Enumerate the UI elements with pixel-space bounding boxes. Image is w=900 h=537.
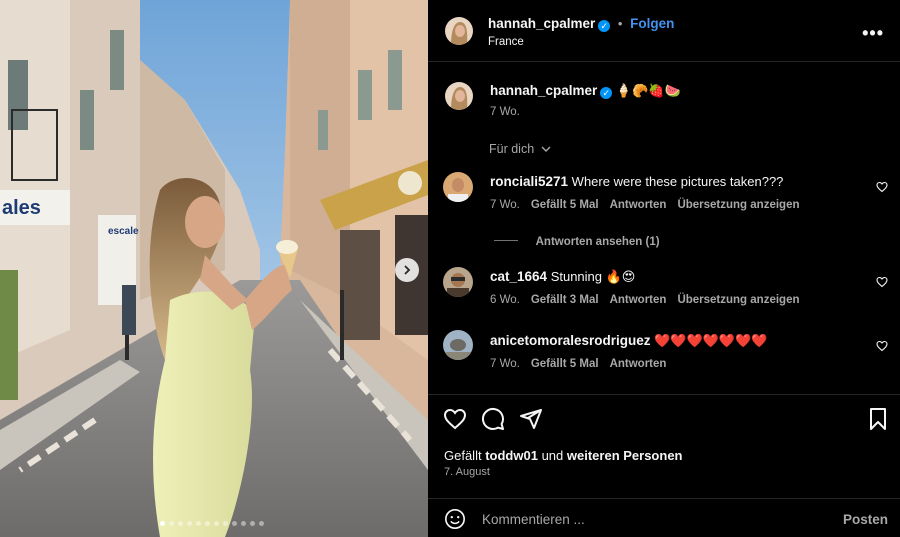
street-photo: ales escale [0, 0, 428, 537]
caption-emojis: 🍦🥐🍓🍉 [615, 83, 681, 98]
post-detail-panel: hannah_cpalmer ✓ • Folgen France ••• han… [428, 0, 900, 537]
comment-text: ronciali5271 Where were these pictures t… [490, 174, 783, 190]
carousel-dot [241, 521, 246, 526]
like-comment-heart-icon[interactable] [876, 181, 888, 193]
comment-avatar[interactable] [443, 330, 473, 360]
profile-photo [443, 267, 473, 297]
carousel-dot [178, 521, 183, 526]
comment-time: 7 Wo. [490, 199, 520, 211]
carousel-dot [214, 521, 219, 526]
like-heart-icon[interactable] [443, 407, 467, 431]
carousel-indicator [160, 521, 264, 526]
share-icon[interactable] [519, 407, 543, 431]
view-replies-button[interactable]: Antworten ansehen (1) [494, 233, 660, 248]
location-label[interactable]: France [488, 36, 524, 48]
avatar[interactable] [445, 17, 473, 45]
comment-input[interactable]: Kommentieren ... [482, 512, 585, 527]
chevron-right-icon [404, 265, 411, 275]
reply-button[interactable]: Antworten [610, 358, 667, 370]
carousel-dot [196, 521, 201, 526]
post-date[interactable]: 7. August [444, 466, 490, 478]
carousel-dot [223, 521, 228, 526]
comment-avatar[interactable] [443, 172, 473, 202]
profile-photo [445, 82, 473, 110]
caption-time: 7 Wo. [490, 106, 520, 118]
post-comment-button[interactable]: Posten [843, 512, 888, 527]
likes-middle: und [541, 448, 564, 463]
next-image-button[interactable] [395, 258, 419, 282]
comment-username[interactable]: ronciali5271 [490, 174, 568, 189]
sort-label: Für dich [489, 142, 535, 156]
comment-meta: 7 Wo. Gefällt 5 Mal Antworten [490, 358, 677, 370]
carousel-dot [187, 521, 192, 526]
carousel-dot [259, 521, 264, 526]
header-separator: • [617, 16, 623, 31]
carousel-dot [169, 521, 174, 526]
comment-avatar[interactable] [443, 267, 473, 297]
header-title: hannah_cpalmer ✓ • Folgen [488, 16, 674, 32]
likes-user[interactable]: toddw01 [485, 448, 538, 463]
reply-button[interactable]: Antworten [610, 199, 667, 211]
comment-meta: 7 Wo. Gefällt 5 Mal Antworten Übersetzung a… [490, 199, 811, 211]
comment-meta: 6 Wo. Gefällt 3 Mal Antworten Übersetzung a… [490, 294, 811, 306]
comment-likes[interactable]: Gefällt 3 Mal [531, 294, 599, 306]
instagram-post: ales escale hannah_cpalmer ✓ • Folgen Fr… [0, 0, 900, 537]
svg-text:ales: ales [2, 197, 41, 219]
bookmark-icon[interactable] [866, 407, 890, 431]
comment-body: Stunning 🔥😍 [550, 269, 636, 284]
follow-button[interactable]: Folgen [630, 16, 674, 31]
caption-username[interactable]: hannah_cpalmer [490, 83, 597, 98]
likes-summary[interactable]: Gefällt toddw01 und weiteren Personen [444, 448, 683, 463]
comments-section: hannah_cpalmer ✓ 🍦🥐🍓🍉 7 Wo. Für dich ron… [428, 63, 900, 393]
comment-time: 7 Wo. [490, 358, 520, 370]
comment-icon[interactable] [481, 407, 505, 431]
chevron-down-icon [541, 146, 551, 152]
comment-username[interactable]: anicetomoralesrodriguez [490, 333, 651, 348]
reply-line [494, 240, 518, 241]
emoji-icon[interactable] [444, 508, 466, 530]
like-comment-heart-icon[interactable] [876, 340, 888, 352]
comment-text: cat_1664 Stunning 🔥😍 [490, 269, 635, 285]
sort-dropdown[interactable]: Für dich [489, 142, 551, 156]
post-header: hannah_cpalmer ✓ • Folgen France ••• [428, 0, 900, 62]
comment-likes[interactable]: Gefällt 5 Mal [531, 358, 599, 370]
more-options-icon[interactable]: ••• [862, 23, 884, 44]
comment-body: ❤️❤️❤️❤️❤️❤️❤️ [654, 333, 768, 348]
carousel-dot [205, 521, 210, 526]
verified-icon: ✓ [600, 87, 613, 99]
post-image[interactable]: ales escale [0, 0, 428, 537]
comment-text: anicetomoralesrodriguez ❤️❤️❤️❤️❤️❤️❤️ [490, 333, 767, 349]
action-bar [428, 395, 900, 445]
likes-suffix[interactable]: weiteren Personen [567, 448, 683, 463]
view-replies-label: Antworten ansehen (1) [535, 236, 660, 248]
carousel-dot [160, 521, 165, 526]
comment-likes[interactable]: Gefällt 5 Mal [531, 199, 599, 211]
translate-button[interactable]: Übersetzung anzeigen [677, 294, 799, 306]
header-username[interactable]: hannah_cpalmer [488, 16, 595, 31]
translate-button[interactable]: Übersetzung anzeigen [677, 199, 799, 211]
caption-avatar[interactable] [445, 82, 473, 110]
comment-username[interactable]: cat_1664 [490, 269, 547, 284]
comment-composer: Kommentieren ... Posten [428, 498, 900, 537]
comment-body: Where were these pictures taken??? [571, 174, 784, 189]
caption-text: hannah_cpalmer ✓ 🍦🥐🍓🍉 [490, 83, 681, 99]
verified-icon: ✓ [598, 20, 611, 32]
profile-photo [443, 172, 473, 202]
carousel-dot [232, 521, 237, 526]
profile-photo [445, 17, 473, 45]
reply-button[interactable]: Antworten [610, 294, 667, 306]
comment-time: 6 Wo. [490, 294, 520, 306]
profile-photo [443, 330, 473, 360]
carousel-dot [250, 521, 255, 526]
likes-prefix: Gefällt [444, 448, 482, 463]
like-comment-heart-icon[interactable] [876, 276, 888, 288]
svg-text:escale: escale [108, 226, 139, 237]
